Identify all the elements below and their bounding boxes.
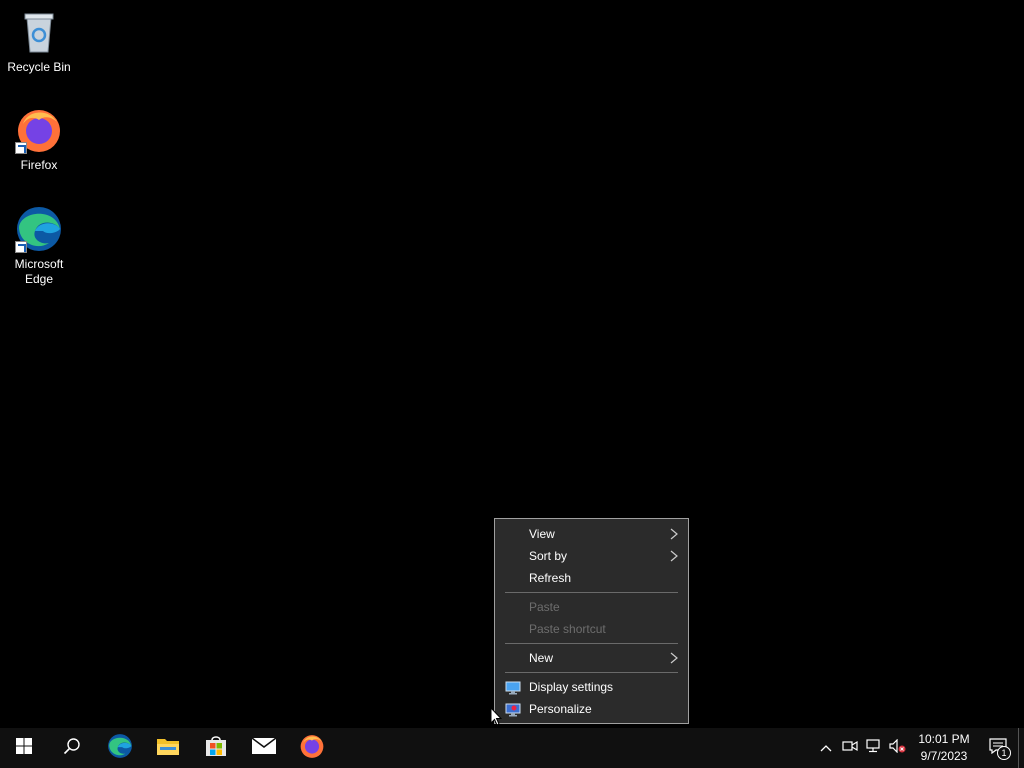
taskbar-mail-button[interactable]: [240, 728, 288, 768]
start-button[interactable]: [0, 728, 48, 768]
chevron-right-icon: [670, 647, 678, 664]
taskbar-file-explorer-button[interactable]: [144, 728, 192, 768]
recycle-bin-icon: [15, 8, 63, 56]
chevron-right-icon: [670, 523, 678, 540]
menu-item-paste-shortcut: Paste shortcut: [495, 618, 688, 640]
menu-item-label: Paste shortcut: [529, 622, 606, 636]
menu-item-label: Paste: [529, 600, 560, 614]
clock-time: 10:01 PM: [918, 732, 970, 746]
desktop-context-menu: View Sort by Refresh Paste Paste shortcu…: [494, 518, 689, 724]
menu-item-label: Display settings: [529, 680, 614, 694]
firefox-icon: [15, 106, 63, 154]
show-desktop-button[interactable]: [1018, 728, 1024, 768]
volume-muted-icon: [889, 738, 907, 758]
meet-now-icon: [842, 739, 858, 758]
chevron-right-icon: [670, 545, 678, 562]
firefox-icon: [299, 733, 325, 764]
menu-item-sort-by[interactable]: Sort by: [495, 545, 688, 567]
menu-separator: [505, 592, 678, 593]
menu-item-label: Sort by: [529, 549, 568, 563]
shortcut-arrow-icon: [15, 241, 27, 253]
search-button[interactable]: [48, 728, 96, 768]
menu-separator: [505, 672, 678, 673]
taskbar: 10:01 PM 9/7/2023 1: [0, 728, 1024, 768]
desktop-icon-label: Recycle Bin: [7, 60, 71, 74]
menu-item-label: Refresh: [529, 571, 572, 585]
meet-now-button[interactable]: [838, 728, 862, 768]
menu-item-label: View: [529, 527, 555, 541]
mouse-pointer-icon: [490, 706, 503, 727]
menu-item-personalize[interactable]: Personalize: [495, 698, 688, 720]
action-center-button[interactable]: 1: [978, 728, 1018, 768]
start-icon: [16, 737, 32, 759]
system-tray: 10:01 PM 9/7/2023 1: [814, 728, 1024, 768]
taskbar-store-button[interactable]: [192, 728, 240, 768]
shortcut-arrow-icon: [15, 142, 27, 154]
network-icon: [866, 738, 882, 758]
taskbar-firefox-button[interactable]: [288, 728, 336, 768]
taskbar-clock[interactable]: 10:01 PM 9/7/2023: [910, 731, 978, 765]
network-button[interactable]: [862, 728, 886, 768]
volume-button[interactable]: [886, 728, 910, 768]
desktop-icon-label: Microsoft Edge: [14, 257, 64, 286]
edge-icon: [107, 733, 133, 764]
desktop-icon-recycle-bin[interactable]: Recycle Bin: [1, 8, 77, 75]
edge-icon: [15, 205, 63, 253]
menu-item-label: New: [529, 651, 554, 665]
chevron-up-icon: [820, 739, 832, 757]
personalize-icon: [505, 702, 521, 717]
notification-count-badge: 1: [997, 746, 1011, 760]
file-explorer-icon: [156, 736, 180, 761]
mail-icon: [251, 736, 277, 760]
desktop-icon-microsoft-edge[interactable]: Microsoft Edge: [1, 205, 77, 287]
display-settings-icon: [505, 680, 521, 695]
microsoft-store-icon: [204, 734, 228, 763]
search-icon: [63, 737, 81, 760]
menu-item-refresh[interactable]: Refresh: [495, 567, 688, 589]
menu-separator: [505, 643, 678, 644]
clock-date: 9/7/2023: [920, 749, 968, 763]
menu-item-display-settings[interactable]: Display settings: [495, 676, 688, 698]
desktop-icon-firefox[interactable]: Firefox: [1, 106, 77, 173]
taskbar-edge-button[interactable]: [96, 728, 144, 768]
menu-item-new[interactable]: New: [495, 647, 688, 669]
desktop-icon-label: Firefox: [20, 158, 58, 172]
menu-item-paste: Paste: [495, 596, 688, 618]
show-hidden-icons-button[interactable]: [814, 728, 838, 768]
menu-item-label: Personalize: [529, 702, 592, 716]
menu-item-view[interactable]: View: [495, 523, 688, 545]
